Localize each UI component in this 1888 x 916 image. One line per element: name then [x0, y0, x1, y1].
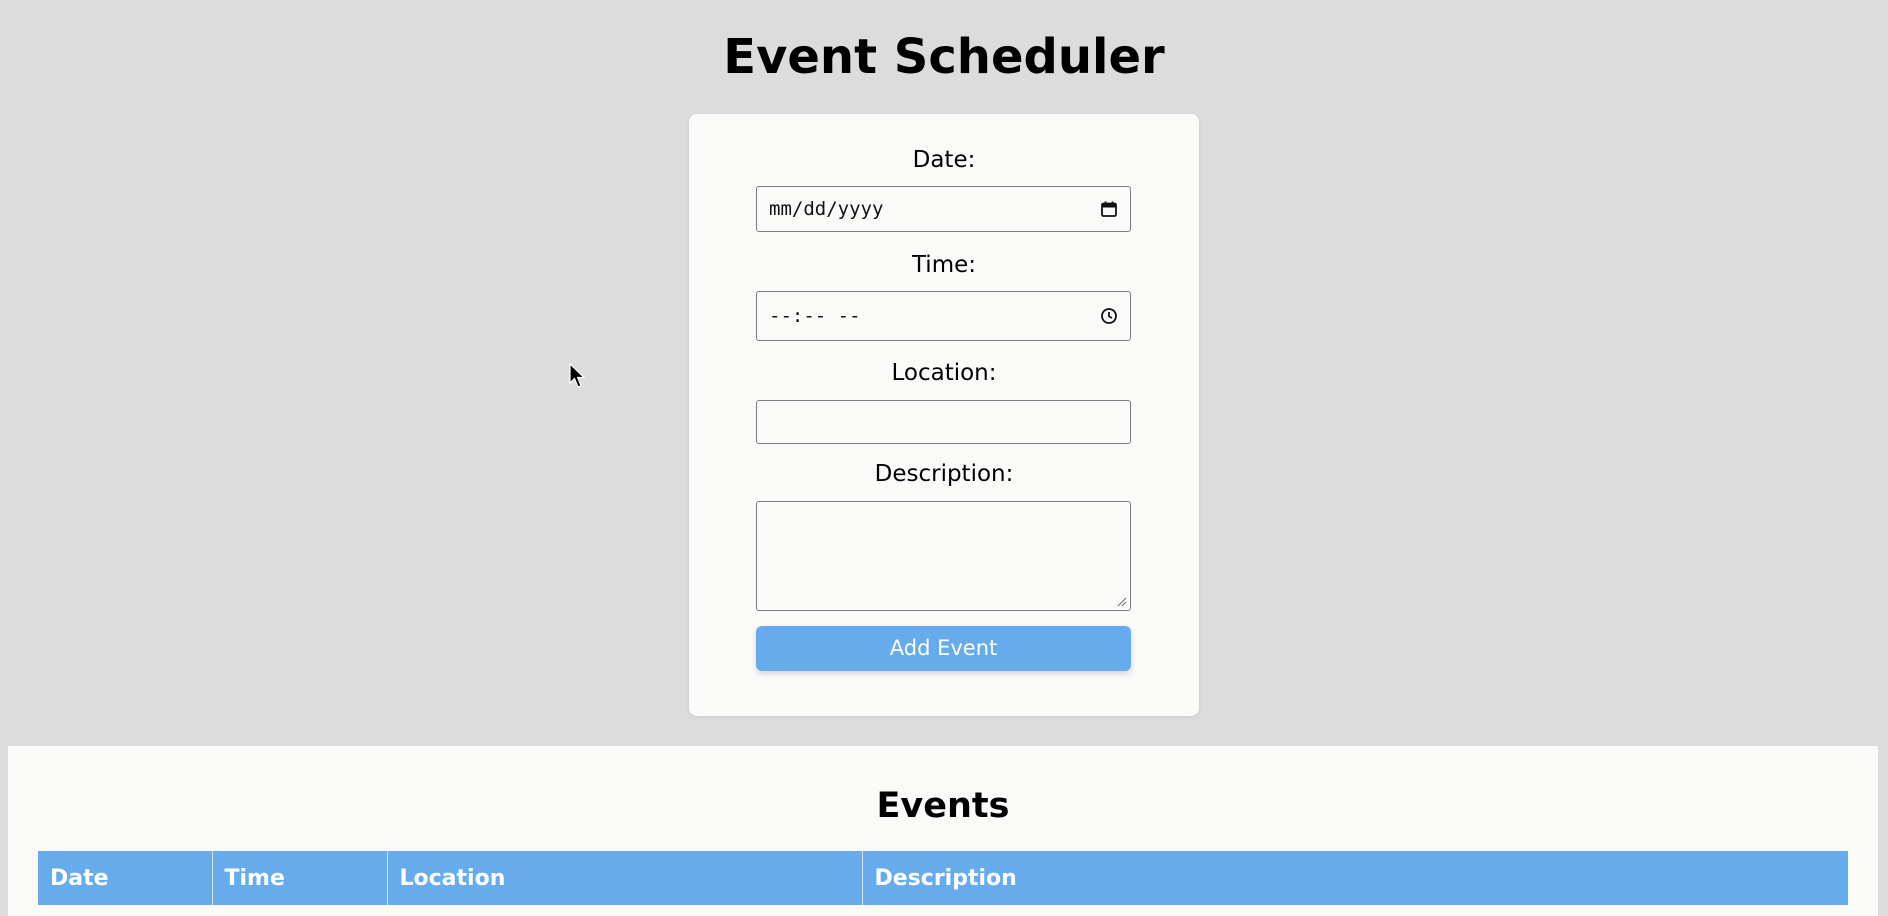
column-header-location: Location: [387, 851, 863, 905]
date-input[interactable]: mm/dd/yyyy: [756, 186, 1131, 232]
column-header-date: Date: [38, 851, 213, 905]
events-table-header-row: Date Time Location Description: [38, 851, 1848, 905]
column-header-description: Description: [862, 851, 1848, 905]
date-input-value: mm/dd/yyyy: [769, 198, 884, 220]
time-label: Time:: [911, 252, 977, 278]
description-textarea[interactable]: [756, 501, 1131, 611]
add-event-button[interactable]: Add Event: [756, 626, 1131, 671]
event-form-card: Date: mm/dd/yyyy Time: --:-- -- Location…: [689, 114, 1199, 716]
mouse-cursor-icon: [569, 363, 586, 388]
time-input-value: --:-- --: [769, 305, 861, 327]
events-panel: Events Date Time Location Description: [8, 746, 1878, 916]
column-header-time: Time: [212, 851, 388, 905]
calendar-icon[interactable]: [1100, 200, 1118, 218]
time-input[interactable]: --:-- --: [756, 291, 1131, 341]
resize-handle-icon[interactable]: [1115, 595, 1127, 607]
events-title: Events: [876, 786, 1010, 826]
location-label: Location:: [891, 360, 997, 386]
description-label: Description:: [874, 461, 1014, 487]
events-table: Date Time Location Description: [38, 851, 1848, 905]
date-label: Date:: [912, 147, 976, 173]
page-title: Event Scheduler: [723, 29, 1165, 85]
location-input[interactable]: [756, 400, 1131, 444]
clock-icon[interactable]: [1100, 307, 1118, 325]
